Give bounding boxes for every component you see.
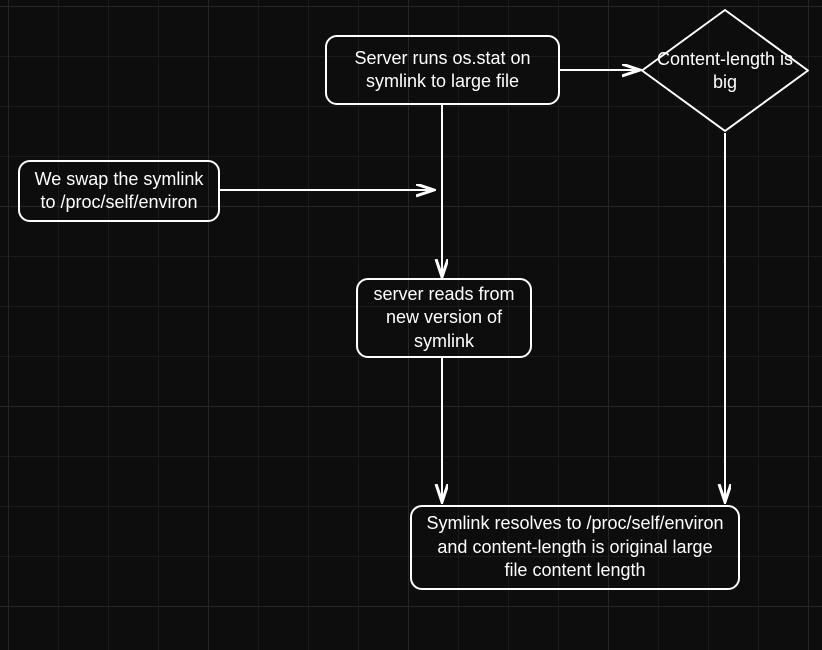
node-stat[interactable]: Server runs os.stat on symlink to large … [325,35,560,105]
node-result[interactable]: Symlink resolves to /proc/self/environ a… [410,505,740,590]
node-swap[interactable]: We swap the symlink to /proc/self/enviro… [18,160,220,222]
node-reads[interactable]: server reads from new version of symlink [356,278,532,358]
node-stat-label: Server runs os.stat on symlink to large … [339,47,546,94]
diagram-canvas: Server runs os.stat on symlink to large … [0,0,822,650]
node-reads-label: server reads from new version of symlink [370,283,518,353]
node-result-label: Symlink resolves to /proc/self/environ a… [424,512,726,582]
node-swap-label: We swap the symlink to /proc/self/enviro… [32,168,206,215]
node-content-length-label: Content-length is big [652,48,798,93]
node-content-length[interactable]: Content-length is big [640,8,810,133]
